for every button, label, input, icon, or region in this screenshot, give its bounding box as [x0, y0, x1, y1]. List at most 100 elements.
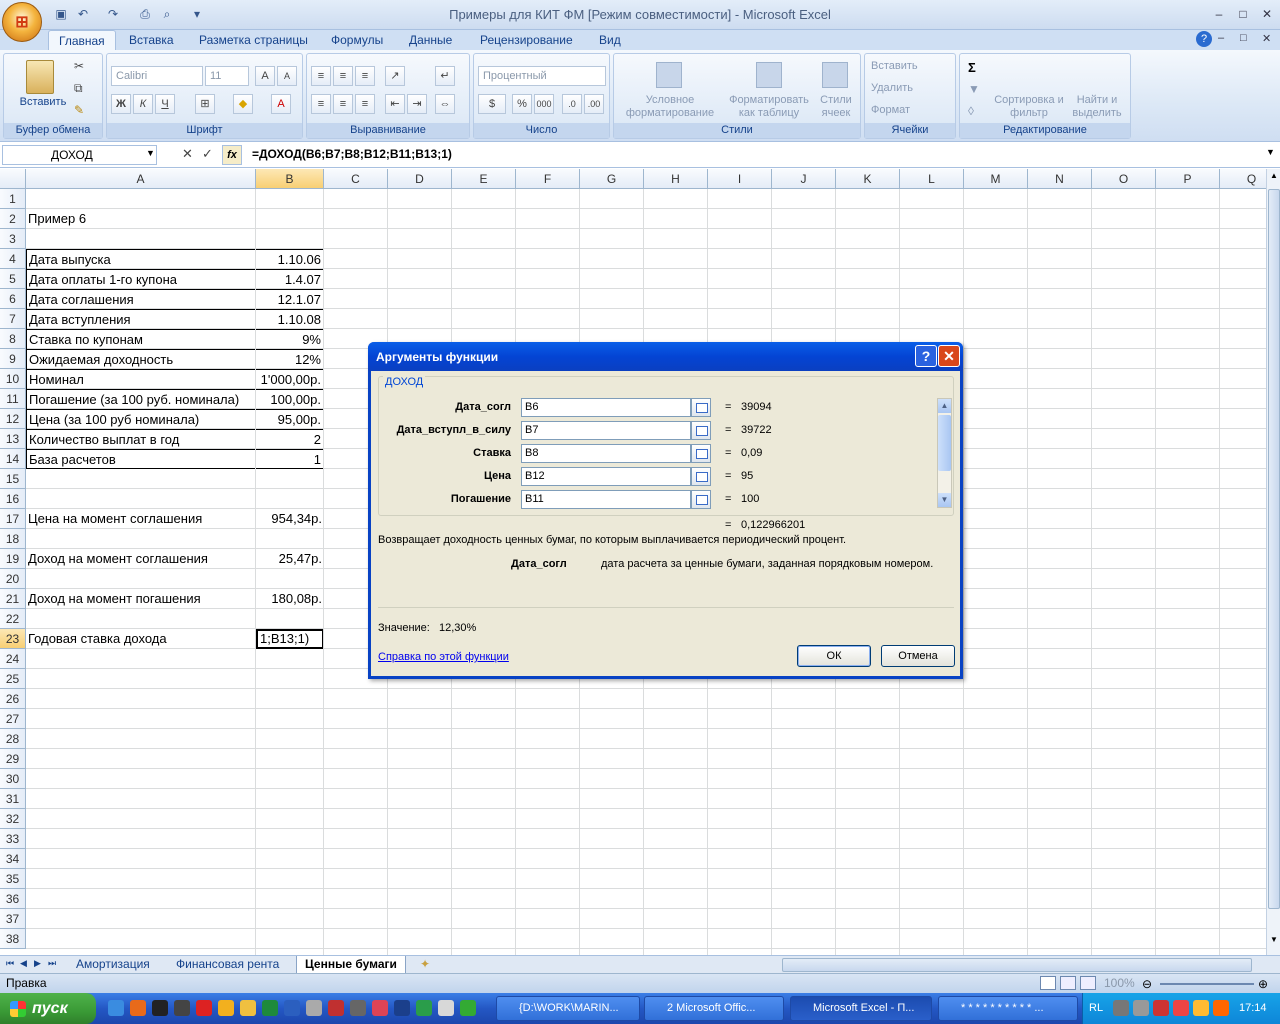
cell-a2[interactable]: Пример 6	[26, 209, 256, 229]
taskbar-item-other[interactable]: * * * * * * * * * * ...	[938, 996, 1078, 1021]
tab-formulas[interactable]: Формулы	[321, 30, 393, 50]
row-header[interactable]: 18	[0, 529, 26, 549]
column-header-a[interactable]: A	[26, 169, 256, 189]
zoom-level[interactable]: 100%	[1104, 974, 1135, 992]
cell-a31[interactable]	[26, 789, 256, 809]
arg-input[interactable]: B6	[521, 398, 691, 417]
dialog-close-icon[interactable]: ✕	[938, 345, 960, 367]
clear-icon[interactable]: ◊	[968, 104, 974, 118]
column-header-p[interactable]: P	[1156, 169, 1220, 189]
cell-a35[interactable]	[26, 869, 256, 889]
ribbon-minimize-icon[interactable]: –	[1218, 32, 1224, 44]
borders-icon[interactable]: ⊞	[195, 94, 215, 114]
prev-sheet-icon[interactable]: ◀	[20, 958, 27, 969]
column-header-g[interactable]: G	[580, 169, 644, 189]
workbook-close-icon[interactable]: ✕	[1262, 32, 1271, 45]
sheet-tab-amortization[interactable]: Амортизация	[68, 956, 158, 974]
cell-a27[interactable]	[26, 709, 256, 729]
args-scroll-thumb[interactable]	[938, 415, 951, 471]
app4-icon[interactable]	[460, 1000, 476, 1016]
page-break-icon[interactable]	[1080, 976, 1096, 990]
font-size-combo[interactable]: 11	[205, 66, 249, 86]
increase-indent-icon[interactable]: ⇥	[407, 94, 427, 114]
app-icon[interactable]	[372, 1000, 388, 1016]
row-header[interactable]: 17	[0, 509, 26, 529]
column-header-f[interactable]: F	[516, 169, 580, 189]
cell-a3[interactable]	[26, 229, 256, 249]
cell-b31[interactable]	[256, 789, 324, 809]
language-indicator[interactable]: RL	[1089, 993, 1103, 1024]
cell-b19[interactable]: 25,47р.	[256, 549, 324, 569]
fill-icon[interactable]: ▼	[968, 82, 980, 96]
minimize-icon[interactable]: –	[1208, 4, 1230, 24]
row-header[interactable]: 26	[0, 689, 26, 709]
comma-style-icon[interactable]: 000	[534, 94, 554, 114]
row-header[interactable]: 1	[0, 189, 26, 209]
delete-cells-button[interactable]: Удалить	[871, 82, 913, 94]
word-icon[interactable]	[284, 1000, 300, 1016]
sort-filter-button[interactable]: Сортировка и фильтр	[994, 94, 1064, 120]
row-header[interactable]: 2	[0, 209, 26, 229]
name-box-dropdown-icon[interactable]: ▼	[146, 148, 155, 158]
collapse-dialog-icon[interactable]	[691, 467, 711, 486]
row-header[interactable]: 3	[0, 229, 26, 249]
row-header[interactable]: 7	[0, 309, 26, 329]
align-bottom-icon[interactable]: ≡	[355, 66, 375, 86]
zoom-slider[interactable]	[1160, 983, 1254, 985]
tab-review[interactable]: Рецензирование	[470, 30, 583, 50]
arg-input[interactable]: B8	[521, 444, 691, 463]
last-sheet-icon[interactable]: ⏭	[48, 958, 56, 969]
cell-a30[interactable]	[26, 769, 256, 789]
tray-icon-3[interactable]	[1153, 1000, 1169, 1016]
media-icon[interactable]	[218, 1000, 234, 1016]
cell-b6[interactable]: 12.1.07	[256, 289, 324, 309]
row-header[interactable]: 34	[0, 849, 26, 869]
column-header-d[interactable]: D	[388, 169, 452, 189]
currency-icon[interactable]: $	[478, 94, 506, 114]
vertical-scrollbar[interactable]: ▲ ▼	[1266, 169, 1280, 955]
dialog-help-icon[interactable]: ?	[915, 345, 937, 367]
name-box[interactable]: ДОХОД	[2, 145, 157, 165]
column-header-e[interactable]: E	[452, 169, 516, 189]
column-header-k[interactable]: K	[836, 169, 900, 189]
cell-b34[interactable]	[256, 849, 324, 869]
cell-a1[interactable]	[26, 189, 256, 209]
row-header[interactable]: 38	[0, 929, 26, 949]
ie-icon[interactable]	[108, 1000, 124, 1016]
expand-formula-icon[interactable]: ▼	[1266, 147, 1275, 157]
cancel-entry-icon[interactable]: ✕	[182, 146, 193, 162]
cell-a28[interactable]	[26, 729, 256, 749]
cell-styles-button[interactable]: Стили ячеек	[814, 94, 858, 120]
maximize-icon[interactable]: □	[1232, 4, 1254, 24]
cell-b21[interactable]: 180,08р.	[256, 589, 324, 609]
row-header[interactable]: 6	[0, 289, 26, 309]
app2-icon[interactable]	[416, 1000, 432, 1016]
decrease-indent-icon[interactable]: ⇤	[385, 94, 405, 114]
cell-b37[interactable]	[256, 909, 324, 929]
app3-icon[interactable]	[438, 1000, 454, 1016]
cell-b25[interactable]	[256, 669, 324, 689]
cell-b26[interactable]	[256, 689, 324, 709]
tab-view[interactable]: Вид	[589, 30, 631, 50]
help-link[interactable]: Справка по этой функции	[378, 651, 509, 663]
select-all-corner[interactable]	[0, 169, 26, 189]
explorer-icon[interactable]	[306, 1000, 322, 1016]
cell-a7[interactable]: Дата вступления	[26, 309, 256, 329]
cell-a37[interactable]	[26, 909, 256, 929]
bold-icon[interactable]: Ж	[111, 94, 131, 114]
paste-button[interactable]: Вставить	[12, 96, 74, 108]
cell-a8[interactable]: Ставка по купонам	[26, 329, 256, 349]
arg-input[interactable]: B7	[521, 421, 691, 440]
tray-icon-4[interactable]	[1173, 1000, 1189, 1016]
cell-a29[interactable]	[26, 749, 256, 769]
horizontal-scrollbar[interactable]	[782, 958, 1252, 972]
tool-icon[interactable]	[350, 1000, 366, 1016]
cell-a20[interactable]	[26, 569, 256, 589]
cell-b27[interactable]	[256, 709, 324, 729]
format-as-table-button[interactable]: Форматировать как таблицу	[724, 94, 814, 120]
cell-b18[interactable]	[256, 529, 324, 549]
cell-a26[interactable]	[26, 689, 256, 709]
row-header[interactable]: 23	[0, 629, 26, 649]
row-header[interactable]: 9	[0, 349, 26, 369]
row-header[interactable]: 14	[0, 449, 26, 469]
